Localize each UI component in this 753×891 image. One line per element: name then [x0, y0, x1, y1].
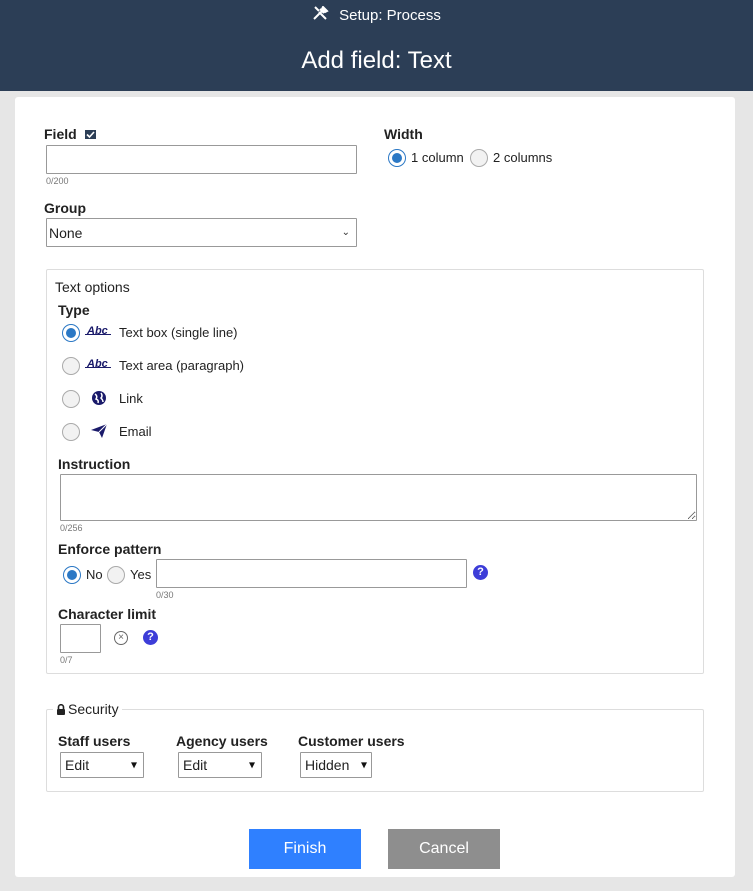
- instruction-textarea[interactable]: [60, 474, 697, 521]
- staff-users-label: Staff users: [58, 733, 131, 749]
- chevron-down-icon: ▾: [130, 757, 137, 772]
- tools-icon: [312, 5, 329, 25]
- width-label: Width: [384, 126, 423, 142]
- field-name-input[interactable]: [46, 145, 357, 174]
- character-limit-help-icon[interactable]: ?: [143, 630, 158, 645]
- chevron-down-icon: ⌄: [341, 226, 350, 238]
- width-1-column-radio[interactable]: [388, 149, 406, 167]
- breadcrumb: Setup: Process: [0, 5, 753, 25]
- customer-users-select[interactable]: Hidden ▾: [300, 752, 372, 778]
- character-limit-label: Character limit: [58, 606, 157, 622]
- agency-users-label: Agency users: [176, 733, 268, 749]
- page-header: Setup: Process Add field: Text: [0, 0, 753, 91]
- type-text-area-radio[interactable]: [62, 357, 80, 375]
- page-title: Add field: Text: [301, 47, 452, 74]
- type-email-label: Email: [119, 424, 152, 439]
- pattern-input[interactable]: [156, 559, 467, 588]
- width-1-column-label: 1 column: [411, 150, 464, 165]
- agency-users-select[interactable]: Edit ▾: [178, 752, 262, 778]
- customer-users-value: Hidden: [305, 757, 350, 773]
- checkbox-icon: [84, 130, 96, 139]
- pattern-char-count: 0/30: [156, 590, 174, 600]
- width-2-columns-radio[interactable]: [470, 149, 488, 167]
- enforce-pattern-label: Enforce pattern: [58, 541, 162, 557]
- width-2-columns-label: 2 columns: [493, 150, 553, 165]
- staff-users-value: Edit: [65, 757, 90, 773]
- group-select[interactable]: None ⌄: [46, 218, 357, 247]
- instruction-char-count: 0/256: [60, 523, 83, 533]
- security-panel: [46, 709, 704, 792]
- group-selected-value: None: [49, 224, 83, 241]
- chevron-down-icon: ▾: [248, 757, 255, 772]
- finish-button[interactable]: Finish: [249, 829, 361, 869]
- field-char-count: 0/200: [46, 176, 69, 186]
- pattern-help-icon[interactable]: ?: [473, 565, 488, 580]
- pattern-yes-radio[interactable]: [107, 566, 125, 584]
- type-text-area-label: Text area (paragraph): [119, 358, 245, 373]
- abc-icon: Abc: [85, 358, 111, 370]
- type-email-radio[interactable]: [62, 423, 80, 441]
- instruction-label: Instruction: [58, 456, 131, 472]
- staff-users-select[interactable]: Edit ▾: [60, 752, 144, 778]
- security-title: Security: [53, 701, 122, 717]
- cancel-button[interactable]: Cancel: [388, 829, 500, 869]
- pattern-no-label: No: [86, 567, 103, 582]
- paper-plane-icon: [91, 424, 107, 438]
- agency-users-value: Edit: [183, 757, 208, 773]
- abc-icon: Abc: [85, 325, 111, 337]
- text-options-title: Text options: [55, 279, 130, 295]
- pattern-yes-label: Yes: [130, 567, 152, 582]
- type-link-label: Link: [119, 391, 143, 406]
- lock-icon: [57, 703, 65, 715]
- character-limit-input[interactable]: [60, 624, 101, 653]
- type-text-box-radio[interactable]: [62, 324, 80, 342]
- form-card: Field 0/200 Width 1 column 2 columns Gro…: [15, 97, 735, 877]
- character-limit-count: 0/7: [60, 655, 73, 665]
- pattern-no-radio[interactable]: [63, 566, 81, 584]
- type-link-radio[interactable]: [62, 390, 80, 408]
- type-text-box-label: Text box (single line): [119, 325, 238, 340]
- group-label: Group: [44, 200, 86, 216]
- clear-limit-icon[interactable]: ×: [114, 631, 128, 645]
- type-label: Type: [58, 302, 90, 318]
- chevron-down-icon: ▾: [360, 757, 367, 772]
- globe-icon: [92, 391, 106, 405]
- customer-users-label: Customer users: [298, 733, 405, 749]
- breadcrumb-label: Setup: Process: [339, 7, 441, 24]
- field-label: Field: [44, 126, 96, 142]
